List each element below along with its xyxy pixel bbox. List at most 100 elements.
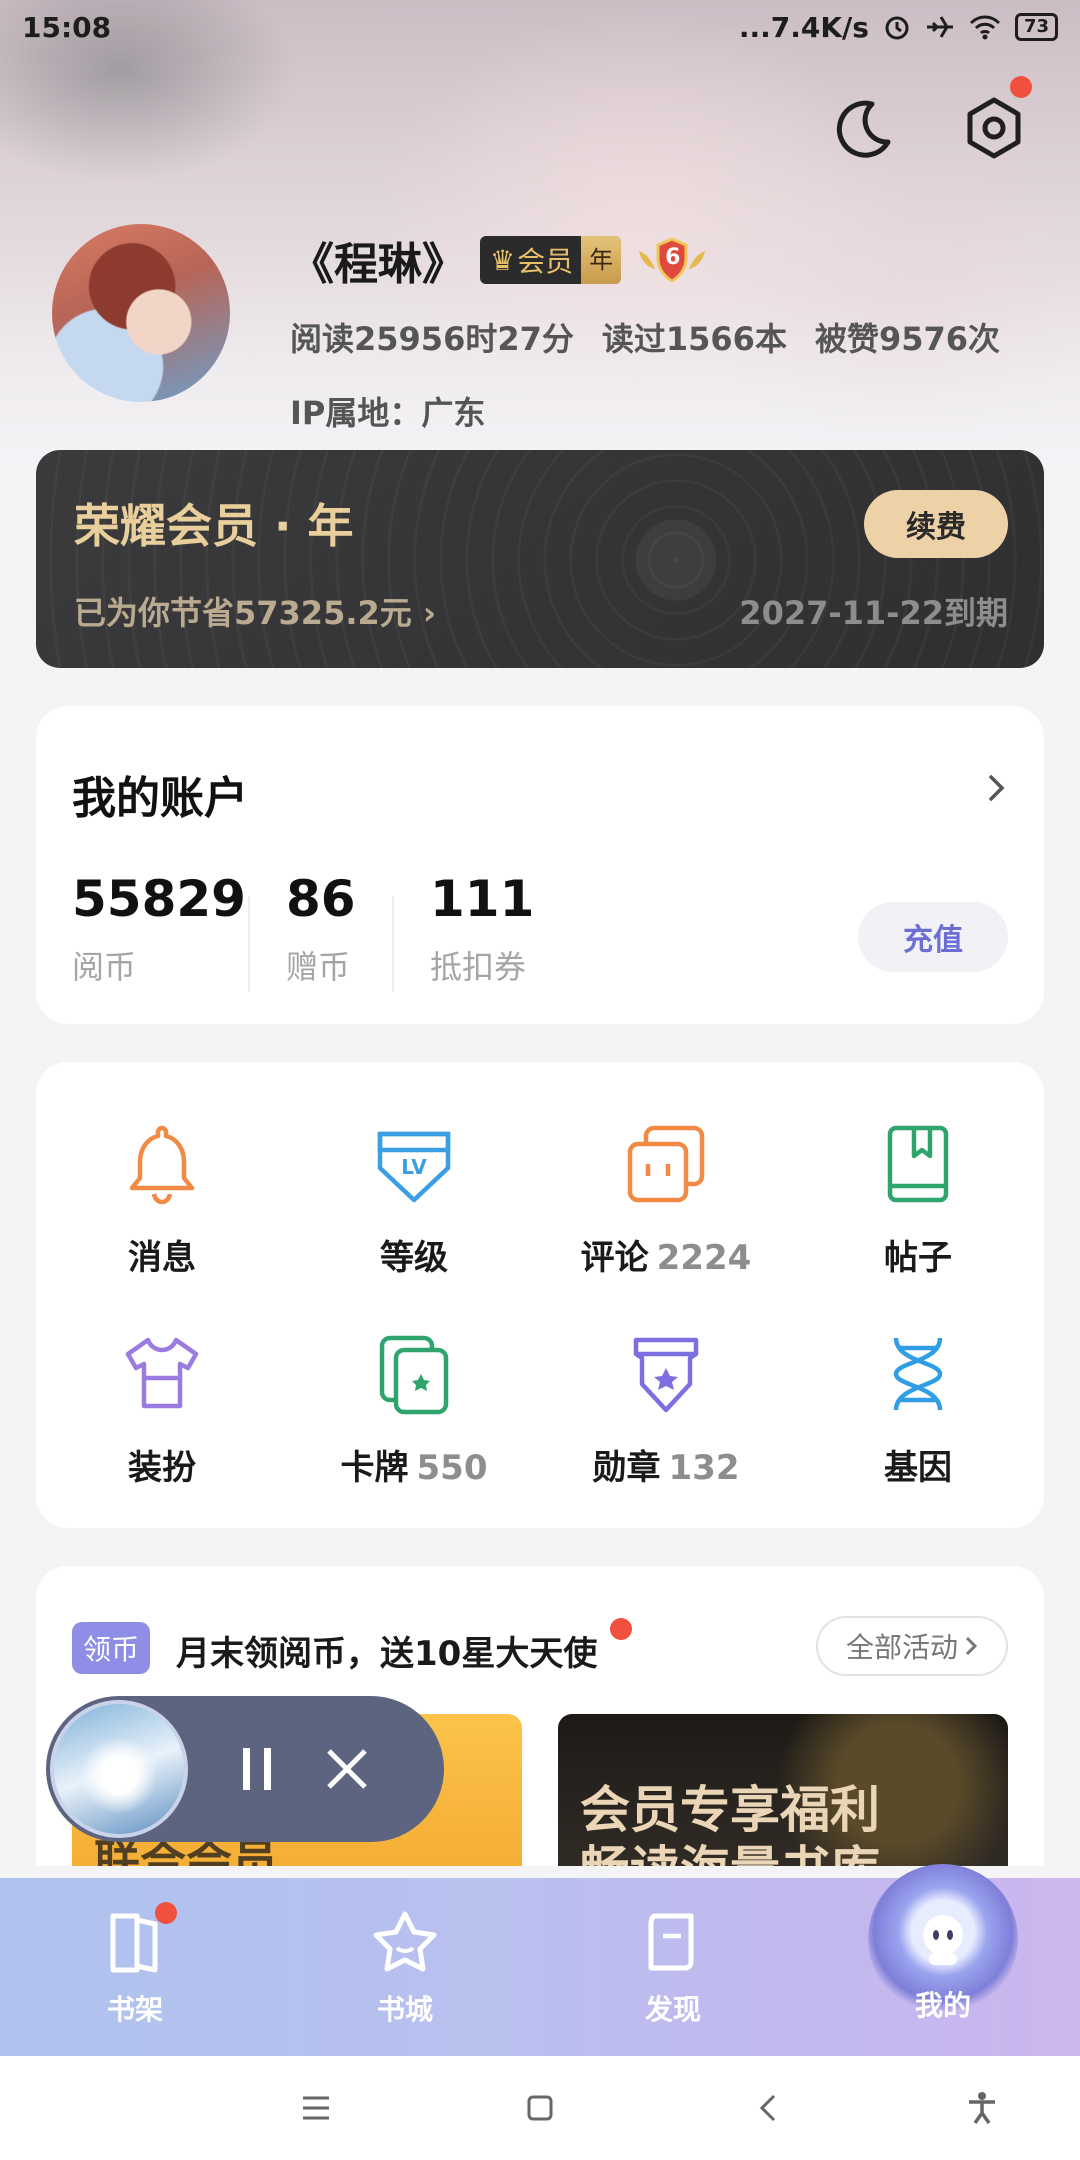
home-icon: [527, 2095, 553, 2121]
back-icon: [759, 2094, 776, 2122]
account-title: 我的账户: [72, 773, 248, 824]
vip-savings-link[interactable]: 已为你节省57325.2元 ›: [74, 588, 436, 634]
account-item-vouchers[interactable]: 111 抵扣券: [430, 870, 534, 988]
close-player-button[interactable]: [312, 1734, 382, 1804]
battery-indicator: 73: [1014, 13, 1058, 41]
nav-bookshelf[interactable]: 书架: [60, 1902, 210, 2036]
feature-messages[interactable]: 消息: [36, 1120, 288, 1290]
feature-label: 帖子: [884, 1238, 952, 1278]
level-shield-icon: LV: [377, 1131, 451, 1203]
svg-text:LV: LV: [401, 1155, 427, 1179]
vip-expire-date: 2027-11-22到期: [739, 594, 1008, 632]
vouchers-value: 111: [430, 870, 535, 928]
all-activities-button[interactable]: 全部活动: [816, 1616, 1008, 1676]
feature-grid-card: 消息 LV 等级 评论 2224 帖子 装扮 卡牌 550 勋章 132 基因: [36, 1062, 1044, 1528]
system-navigation-bar: [0, 2056, 1080, 2160]
ip-location: IP属地：广东: [290, 394, 486, 432]
back-button[interactable]: [748, 2088, 788, 2128]
feature-label: 等级: [380, 1238, 448, 1278]
divider: [392, 896, 394, 992]
level-badge[interactable]: 6: [635, 233, 709, 287]
feature-medals[interactable]: 勋章 132: [540, 1330, 792, 1500]
status-bar: 15:08 ...7.4K/s 73: [0, 0, 1080, 54]
gift-coins-value: 86: [286, 870, 356, 928]
bookshelf-icon: [110, 1913, 158, 1973]
player-cover[interactable]: [50, 1700, 188, 1838]
chevron-right-icon: [965, 1636, 978, 1656]
bookmark-book-icon: [887, 1125, 949, 1203]
profile-stats: 阅读25956时27分 读过1566本 被赞9576次: [290, 314, 1000, 360]
bottom-navigation: 书架 书城 发现 我的: [0, 1864, 1080, 2056]
feature-label: 装扮: [128, 1448, 196, 1488]
account-card[interactable]: 我的账户 55829 阅币 86 赠币 111 抵扣券 充值: [36, 706, 1044, 1024]
feature-genes[interactable]: 基因: [792, 1330, 1044, 1500]
gear-icon: [967, 97, 1021, 159]
vip-card[interactable]: 荣耀会员 · 年 续费 已为你节省57325.2元 › 2027-11-22到期: [36, 450, 1044, 668]
vouchers-label: 抵扣券: [430, 948, 527, 986]
pause-icon: [243, 1748, 271, 1790]
medals-count: 132: [668, 1448, 740, 1488]
comments-count: 2224: [656, 1238, 752, 1278]
reading-time: 阅读25956时27分: [290, 320, 574, 358]
discover-icon: [648, 1913, 694, 1971]
feature-label: 消息: [128, 1238, 196, 1278]
wifi-icon: [969, 15, 1000, 40]
home-button[interactable]: [520, 2088, 560, 2128]
likes-count: 被赞9576次: [814, 320, 1001, 358]
chevron-right-icon[interactable]: [984, 770, 1008, 806]
comment-icon: [627, 1125, 705, 1203]
coins-label: 阅币: [72, 948, 137, 986]
activity-tag: 领币: [72, 1622, 150, 1674]
close-icon: [327, 1749, 367, 1789]
floating-audio-player[interactable]: [46, 1696, 444, 1842]
vip-badge[interactable]: ♛ 会员 年: [480, 236, 622, 284]
activity-title[interactable]: 月末领阅币，送10星大天使: [176, 1626, 597, 1675]
airplane-icon: [926, 16, 953, 38]
banner-vip-benefits[interactable]: 会员专享福利 畅读海量书库: [558, 1714, 1008, 1866]
alarm-icon: [885, 16, 909, 40]
feature-cards[interactable]: 卡牌 550: [288, 1330, 540, 1500]
feature-label: 卡牌: [340, 1448, 409, 1488]
vip-card-title: 荣耀会员 · 年: [74, 499, 354, 553]
bookshelf-notification-dot: [155, 1902, 177, 1924]
account-item-gift-coins[interactable]: 86 赠币: [286, 870, 356, 988]
settings-notification-dot: [1010, 76, 1032, 98]
feature-label: 评论: [580, 1238, 649, 1278]
nav-label: 书城: [376, 1993, 433, 2026]
banner-right-line2: 畅读海量书库: [580, 1830, 880, 1866]
account-item-coins[interactable]: 55829 阅币: [72, 870, 246, 988]
settings-button[interactable]: [958, 76, 1032, 164]
status-time: 15:08: [22, 10, 112, 44]
nav-bookstore[interactable]: 书城: [330, 1906, 480, 2036]
nav-mine[interactable]: 我的: [868, 1864, 1018, 2036]
profile-name-row: 《程琳》 ♛ 会员 年 6: [290, 228, 709, 292]
night-mode-button[interactable]: [828, 92, 900, 164]
books-read: 读过1566本: [601, 320, 787, 358]
avatar[interactable]: [52, 224, 230, 402]
recharge-button[interactable]: 充值: [858, 902, 1008, 972]
moon-icon: [836, 100, 891, 158]
dna-icon: [893, 1337, 943, 1411]
mine-robot-icon: [923, 1915, 963, 1965]
activity-notification-dot: [610, 1618, 632, 1640]
feature-label: 勋章: [592, 1448, 661, 1488]
nav-discover[interactable]: 发现: [598, 1906, 748, 2036]
accessibility-button[interactable]: [962, 2088, 1002, 2128]
pause-button[interactable]: [222, 1734, 292, 1804]
status-icons: ...7.4K/s 73: [739, 11, 1058, 44]
feature-comments[interactable]: 评论 2224: [540, 1120, 792, 1290]
profile-name[interactable]: 《程琳》: [290, 228, 466, 292]
feature-posts[interactable]: 帖子: [792, 1120, 1044, 1290]
tshirt-icon: [125, 1337, 199, 1409]
divider: [248, 896, 250, 992]
nav-label: 发现: [644, 1993, 701, 2026]
menu-icon: [303, 2096, 329, 2120]
network-speed: ...7.4K/s: [738, 10, 869, 44]
nav-label: 我的: [914, 1989, 971, 2022]
feature-level[interactable]: LV 等级: [288, 1120, 540, 1290]
feature-dressup[interactable]: 装扮: [36, 1330, 288, 1500]
accessibility-icon: [969, 2092, 995, 2125]
renew-button[interactable]: 续费: [864, 490, 1008, 558]
menu-button[interactable]: [296, 2088, 336, 2128]
medal-icon: [633, 1337, 699, 1413]
